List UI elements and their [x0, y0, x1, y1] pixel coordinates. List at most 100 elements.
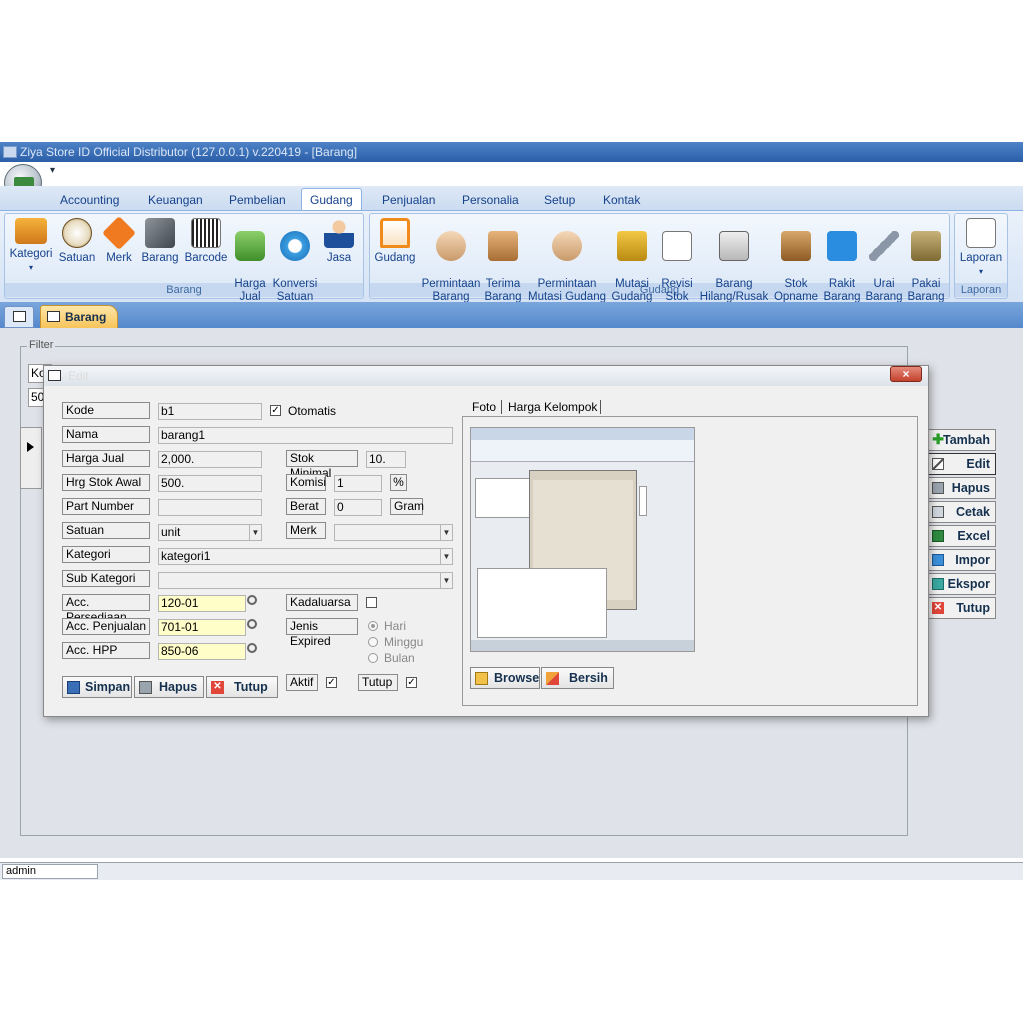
ribbon-button-konversi-satuan[interactable]: Konversi Satuan [272, 218, 318, 304]
ribbon-button-rakit-barang[interactable]: Rakit Barang [822, 218, 862, 304]
ribbon-button-harga-jual[interactable]: Harga Jual [232, 218, 268, 304]
ribbon-button-revisi-stok[interactable]: Revisi Stok [658, 218, 696, 304]
impor-button[interactable]: Impor [928, 549, 996, 571]
tab-personalia[interactable]: Personalia [458, 190, 523, 210]
ribbon-button-barcode[interactable]: Barcode [183, 218, 229, 265]
ribbon-button-satuan[interactable]: Satuan [58, 218, 96, 265]
status-user: admin [2, 864, 98, 879]
kode-input[interactable]: b1 [158, 403, 262, 420]
search-icon[interactable] [247, 643, 263, 659]
tag-icon [102, 216, 136, 250]
komisi-input[interactable]: 1 [334, 475, 382, 492]
panel-top-line [462, 416, 918, 417]
tutup-checkbox[interactable]: ✓ [406, 677, 417, 688]
hrg-stok-awal-input[interactable]: 500. [158, 475, 262, 492]
tab-foto[interactable]: Foto [472, 400, 503, 414]
ribbon-button-barang[interactable]: Barang [140, 218, 180, 265]
trash-icon [932, 482, 944, 494]
chevron-down-icon: ▼ [440, 573, 452, 588]
save-icon [67, 681, 80, 694]
ribbon-button-urai-barang[interactable]: Urai Barang [864, 218, 904, 304]
ribbon-button-pakai-barang[interactable]: Pakai Barang [906, 218, 946, 304]
price-tag-icon [235, 231, 265, 261]
sub-kategori-select[interactable]: ▼ [158, 572, 453, 589]
otomatis-label: Otomatis [288, 404, 337, 418]
gram-label: Gram [390, 498, 424, 515]
windows-icon [13, 311, 26, 322]
berat-input[interactable]: 0 [334, 499, 382, 516]
acc-hpp-input[interactable]: 850-06 [158, 643, 246, 660]
quick-access-dropdown-icon[interactable]: ▾ [50, 165, 55, 176]
simpan-button[interactable]: Simpan [62, 676, 132, 698]
puzzle-icon [827, 231, 857, 261]
label-hrg-stok-awal: Hrg Stok Awal [62, 474, 150, 491]
tab-kontak[interactable]: Kontak [599, 190, 644, 210]
harga-jual-input[interactable]: 2,000. [158, 451, 262, 468]
search-icon[interactable] [247, 595, 263, 611]
tab-setup[interactable]: Setup [540, 190, 579, 210]
hapus-side-button[interactable]: Hapus [928, 477, 996, 499]
radio-minggu[interactable] [368, 637, 378, 647]
satuan-select[interactable]: unit ▼ [158, 524, 262, 541]
ribbon-button-terima-barang[interactable]: Terima Barang [484, 218, 522, 304]
ribbon-button-laporan[interactable]: Laporan ▾ [958, 218, 1004, 278]
radio-bulan[interactable] [368, 653, 378, 663]
tutup-button[interactable]: ✕ Tutup [206, 676, 278, 698]
label-kadaluarsa: Kadaluarsa [286, 594, 358, 611]
ribbon-button-barang-hilang-rusak[interactable]: Barang Hilang/Rusak [698, 218, 770, 304]
search-icon[interactable] [247, 619, 263, 635]
tab-pembelian[interactable]: Pembelian [225, 190, 290, 210]
ribbon-button-mutasi-gudang[interactable]: Mutasi Gudang [610, 218, 654, 304]
radio-hari[interactable] [368, 621, 378, 631]
box-down-icon [911, 231, 941, 261]
hapus-button[interactable]: Hapus [134, 676, 204, 698]
kategori-select[interactable]: kategori1 ▼ [158, 548, 453, 565]
nama-input[interactable]: barang1 [158, 427, 453, 444]
tab-gudang[interactable]: Gudang [301, 188, 362, 212]
cetak-button[interactable]: Cetak [928, 501, 996, 523]
edit-button[interactable]: Edit [928, 453, 996, 475]
broken-box-icon [719, 231, 749, 261]
stok-minimal-input[interactable]: 10. [366, 451, 406, 468]
dialog-close-button[interactable]: × [890, 366, 922, 382]
window-list-tab[interactable] [4, 306, 34, 328]
ribbon-button-kategori[interactable]: Kategori ▾ [8, 218, 54, 274]
tab-barang[interactable]: Barang [40, 305, 118, 328]
aktif-checkbox[interactable]: ✓ [326, 677, 337, 688]
part-number-input[interactable] [158, 499, 262, 516]
windows-icon [47, 311, 60, 322]
tab-accounting[interactable]: Accounting [56, 190, 123, 210]
ekspor-button[interactable]: Ekspor [928, 573, 996, 595]
boxes-icon [781, 231, 811, 261]
tab-keuangan[interactable]: Keuangan [144, 190, 207, 210]
browse-button[interactable]: Browse [470, 667, 540, 689]
tambah-button[interactable]: ✚ Tambah [928, 429, 996, 451]
folder-icon [475, 672, 488, 685]
label-acc-hpp: Acc. HPP [62, 642, 150, 659]
kadaluarsa-checkbox[interactable] [366, 597, 377, 608]
clock-icon [62, 218, 92, 248]
excel-button[interactable]: Excel [928, 525, 996, 547]
otomatis-checkbox[interactable]: ✓ [270, 405, 281, 416]
acc-penjualan-input[interactable]: 701-01 [158, 619, 246, 636]
ribbon-button-stok-opname[interactable]: Stok Opname [772, 218, 820, 304]
ribbon-button-merk[interactable]: Merk [102, 216, 136, 265]
group-label-laporan: Laporan [955, 283, 1007, 297]
ribbon-button-permintaan-mutasi-gudang[interactable]: Permintaan Mutasi Gudang [524, 218, 610, 304]
ribbon-button-permintaan-barang[interactable]: Permintaan Barang [420, 218, 482, 304]
tutup-side-button[interactable]: ✕ Tutup [928, 597, 996, 619]
app-icon [3, 146, 17, 158]
tab-penjualan[interactable]: Penjualan [378, 190, 439, 210]
excel-icon [932, 530, 944, 542]
merk-select[interactable]: ▼ [334, 524, 453, 541]
package-icon [488, 231, 518, 261]
status-bar [0, 862, 1023, 880]
ribbon-button-jasa[interactable]: Jasa [322, 218, 356, 265]
radio-hari-label: Hari [384, 619, 407, 633]
bersih-button[interactable]: Bersih [541, 667, 614, 689]
acc-persediaan-input[interactable]: 120-01 [158, 595, 246, 612]
label-stok-minimal: Stok Minimal [286, 450, 358, 480]
tab-harga-kelompok[interactable]: Harga Kelompok [508, 400, 602, 414]
barcode-icon [191, 218, 221, 248]
ribbon-button-gudang[interactable]: Gudang [372, 218, 418, 265]
